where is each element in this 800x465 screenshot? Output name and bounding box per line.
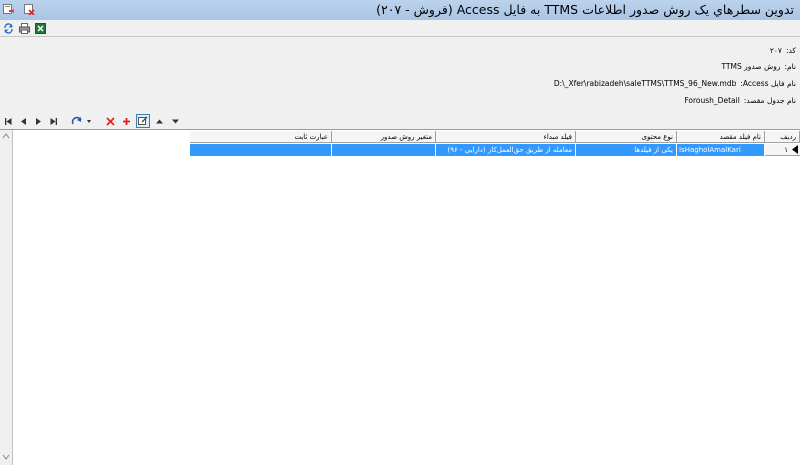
row-indicator[interactable]: ۱	[765, 144, 800, 156]
file-value: D:\_Xfer\rabizadeh\saleTTMS\TTMS_96_New.…	[553, 79, 737, 88]
name-label: نام:	[784, 62, 796, 71]
save-exit-icon[interactable]	[3, 4, 14, 15]
last-record-icon[interactable]	[47, 115, 59, 127]
main-toolbar	[0, 20, 800, 36]
name-row: نام:روش صدور TTMS	[721, 62, 796, 71]
action-menu-icon[interactable]	[70, 115, 94, 127]
print-icon[interactable]	[19, 23, 30, 34]
file-row: نام فایل Access:D:\_Xfer\rabizadeh\saleT…	[554, 79, 796, 88]
table-label: نام جدول مقصد:	[743, 96, 796, 105]
scroll-up-icon[interactable]	[0, 130, 12, 142]
edit-icon[interactable]	[136, 114, 150, 128]
window-title: تدوين سطرهاي يک روش صدور اطلاعات TTMS به…	[376, 2, 794, 17]
form-panel: کد:۲۰۷ نام:روش صدور TTMS نام فایل Access…	[0, 36, 800, 116]
row-index: ۱	[784, 146, 788, 154]
next-record-icon[interactable]	[32, 115, 44, 127]
col-header-content-type[interactable]: نوع محتوی	[576, 131, 677, 143]
cell-dest-field[interactable]: IsHagholAmalKari	[677, 144, 765, 156]
add-icon[interactable]	[120, 115, 132, 127]
cell-source-field[interactable]: معامله از طريق حق‌العمل‌کار (دارایی - ۹۶…	[436, 144, 576, 156]
scroll-down-icon[interactable]	[0, 451, 12, 463]
col-header-dest-field[interactable]: نام فيلد مقصد	[677, 131, 765, 143]
code-label: کد:	[785, 46, 796, 55]
excel-icon[interactable]	[35, 23, 46, 34]
col-header-constant[interactable]: عبارت ثابت	[190, 131, 332, 143]
current-row-arrow-icon	[792, 145, 798, 156]
cell-constant[interactable]	[190, 144, 332, 156]
table-value: Foroush_Detail	[684, 96, 740, 105]
col-header-source-field[interactable]: فيلد مبداء	[436, 131, 576, 143]
first-record-icon[interactable]	[2, 115, 14, 127]
close-form-icon[interactable]	[24, 4, 35, 16]
col-header-export-variable[interactable]: متغير روش صدور	[332, 131, 436, 143]
col-header-row[interactable]: رديف	[765, 131, 800, 143]
move-up-icon[interactable]	[153, 115, 165, 127]
prev-record-icon[interactable]	[17, 115, 29, 127]
cell-export-variable[interactable]	[332, 144, 436, 156]
code-row: کد:۲۰۷	[770, 46, 796, 55]
name-value: روش صدور TTMS	[721, 62, 781, 71]
data-grid[interactable]: رديف نام فيلد مقصد نوع محتوی فيلد مبداء …	[0, 129, 800, 465]
refresh-icon[interactable]	[3, 23, 14, 34]
delete-icon[interactable]	[104, 115, 116, 127]
move-down-icon[interactable]	[169, 115, 181, 127]
file-label: نام فایل Access:	[740, 79, 796, 88]
vertical-scrollbar[interactable]	[0, 130, 13, 465]
grid-toolbar	[0, 114, 800, 129]
title-bar: تدوين سطرهاي يک روش صدور اطلاعات TTMS به…	[0, 0, 800, 21]
table-row-info: نام جدول مقصد:Foroush_Detail	[684, 96, 796, 105]
code-value: ۲۰۷	[769, 46, 782, 55]
cell-content-type[interactable]: يکی از فيلدها	[576, 144, 677, 156]
